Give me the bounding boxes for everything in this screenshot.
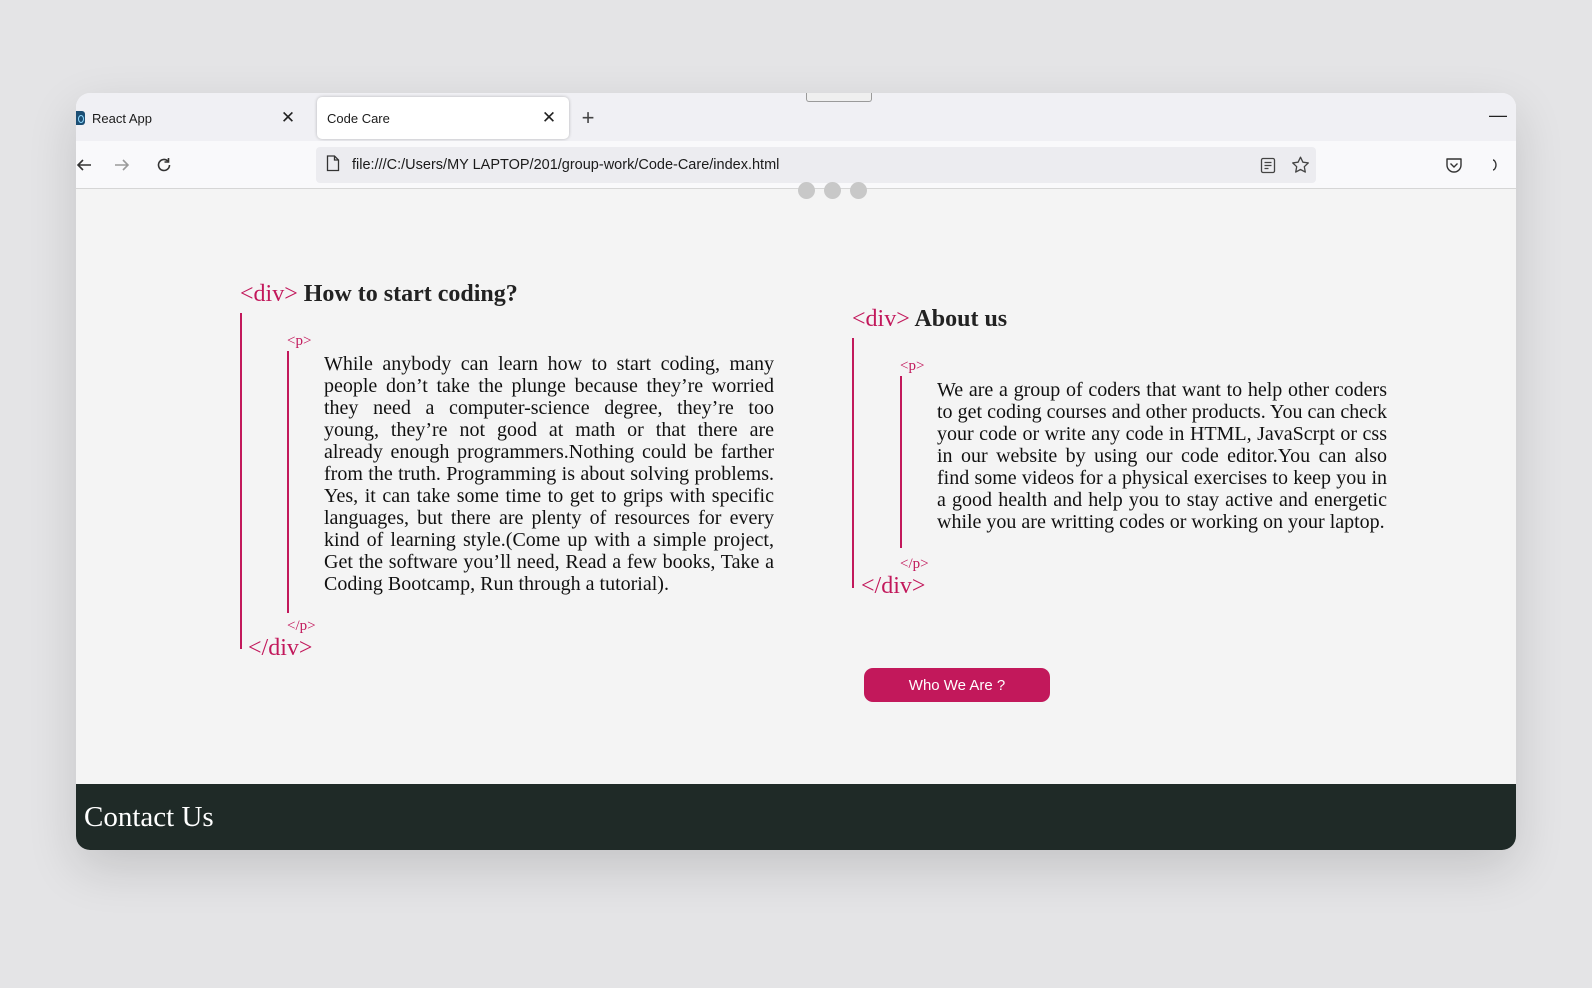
tab-react-app[interactable]: React App ✕ bbox=[76, 97, 308, 139]
page-file-icon bbox=[326, 154, 340, 176]
section-paragraph: While anybody can learn how to start cod… bbox=[324, 353, 774, 595]
section-heading: <div> How to start coding? bbox=[240, 281, 518, 308]
dot bbox=[824, 182, 841, 199]
loading-dots bbox=[798, 182, 867, 199]
tab-bar: React App ✕ Code Care ✕ + — bbox=[76, 93, 1516, 141]
dot bbox=[798, 182, 815, 199]
reload-icon[interactable] bbox=[152, 153, 176, 177]
who-we-are-button[interactable]: Who We Are ? bbox=[864, 668, 1050, 702]
open-div-tag: <div> bbox=[240, 281, 298, 307]
open-p-tag: <p> bbox=[287, 333, 312, 349]
address-bar[interactable]: file:///C:/Users/MY LAPTOP/201/group-wor… bbox=[316, 147, 1316, 183]
footer-title: Contact Us bbox=[84, 800, 214, 833]
tab-title: React App bbox=[92, 110, 152, 126]
section-heading: <div> About us bbox=[852, 306, 1007, 333]
browser-window: React App ✕ Code Care ✕ + — file:///C:/U… bbox=[76, 93, 1516, 850]
dot bbox=[850, 182, 867, 199]
tab-close-icon[interactable]: ✕ bbox=[278, 108, 298, 128]
close-div-tag: </div> bbox=[861, 573, 926, 599]
footer: Contact Us bbox=[76, 784, 1516, 850]
p-bracket-line bbox=[287, 351, 289, 613]
open-div-tag: <div> bbox=[852, 306, 910, 332]
tab-title: Code Care bbox=[327, 110, 390, 126]
window-drag-handle[interactable] bbox=[806, 93, 872, 102]
tab-close-icon[interactable]: ✕ bbox=[539, 108, 559, 128]
react-favicon-icon bbox=[76, 111, 85, 125]
pocket-icon[interactable] bbox=[1442, 153, 1466, 177]
tab-code-care[interactable]: Code Care ✕ bbox=[317, 97, 569, 139]
close-p-tag: </p> bbox=[287, 618, 316, 634]
bookmark-star-icon[interactable] bbox=[1284, 147, 1316, 183]
url-text: file:///C:/Users/MY LAPTOP/201/group-wor… bbox=[352, 157, 780, 173]
forward-arrow-icon[interactable] bbox=[110, 153, 134, 177]
navigation-toolbar: file:///C:/Users/MY LAPTOP/201/group-wor… bbox=[76, 141, 1516, 189]
close-p-tag: </p> bbox=[900, 556, 929, 572]
reader-view-icon[interactable] bbox=[1252, 147, 1284, 183]
p-bracket-line bbox=[900, 376, 902, 548]
minimize-icon[interactable]: — bbox=[1486, 105, 1510, 129]
close-div-tag: </div> bbox=[248, 635, 313, 661]
div-bracket-line bbox=[240, 313, 242, 649]
div-bracket-line bbox=[852, 338, 854, 588]
new-tab-icon[interactable]: + bbox=[576, 107, 600, 131]
extensions-icon[interactable] bbox=[1484, 153, 1508, 177]
open-p-tag: <p> bbox=[900, 358, 925, 374]
section-title: About us bbox=[914, 306, 1008, 332]
back-arrow-icon[interactable] bbox=[76, 153, 96, 177]
section-paragraph: We are a group of coders that want to he… bbox=[937, 379, 1387, 533]
section-title: How to start coding? bbox=[303, 281, 518, 307]
